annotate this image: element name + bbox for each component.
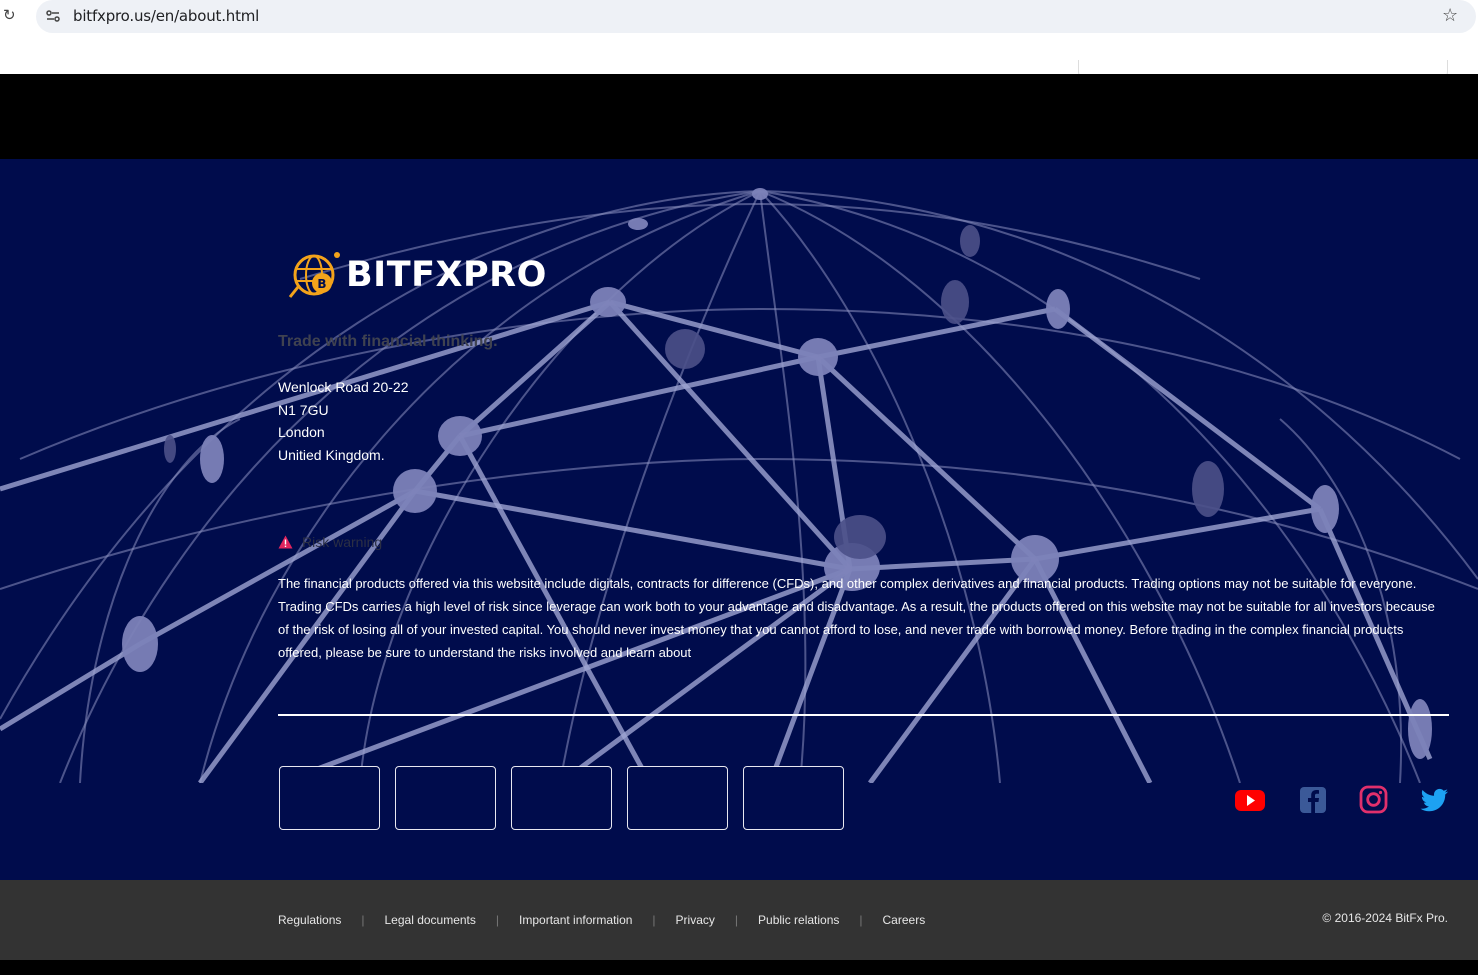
link-separator: | — [652, 913, 656, 927]
page-bottom-edge — [0, 960, 1478, 975]
link-privacy[interactable]: Privacy — [676, 913, 715, 927]
reload-icon[interactable]: ↻ — [3, 7, 19, 23]
link-careers[interactable]: Careers — [883, 913, 926, 927]
legal-links: Regulations | Legal documents | Importan… — [278, 911, 925, 929]
link-regulations[interactable]: Regulations — [278, 913, 341, 927]
risk-warning-title: Risk warning — [302, 534, 383, 550]
site-info-icon[interactable] — [44, 7, 62, 25]
address-line: Unitied Kingdom. — [278, 446, 385, 463]
company-address: Wenlock Road 20-22 N1 7GU London Unitied… — [278, 376, 408, 466]
link-public-relations[interactable]: Public relations — [758, 913, 839, 927]
address-line: London — [278, 424, 325, 440]
regulator-badge[interactable] — [743, 766, 844, 830]
link-separator: | — [859, 913, 863, 927]
link-legal-documents[interactable]: Legal documents — [385, 913, 476, 927]
instagram-icon[interactable] — [1357, 785, 1389, 815]
address-line: Wenlock Road 20-22 — [278, 379, 409, 395]
brand-name: BITFXPRO — [346, 255, 547, 295]
browser-toolbar: ↻ bitfxpro.us/en/about.html ☆ — [0, 0, 1478, 40]
regulator-badge[interactable] — [279, 766, 380, 830]
footer-divider — [278, 714, 1449, 716]
copyright-text: © 2016-2024 BitFx Pro. — [1322, 911, 1448, 925]
regulator-badge[interactable] — [395, 766, 496, 830]
youtube-icon[interactable] — [1234, 785, 1266, 815]
link-separator: | — [734, 913, 739, 927]
bitcoin-globe-logo-icon: B — [288, 252, 340, 298]
link-separator: | — [361, 913, 365, 927]
link-separator: | — [495, 913, 500, 927]
bookmark-star-icon[interactable]: ☆ — [1442, 5, 1458, 26]
url-text[interactable]: bitfxpro.us/en/about.html — [73, 7, 259, 25]
facebook-icon[interactable] — [1297, 785, 1329, 815]
regulator-badge[interactable] — [627, 766, 728, 830]
network-globe-graphic — [0, 188, 1478, 783]
tagline: Trade with financial thinking. — [278, 333, 498, 350]
link-important-information[interactable]: Important information — [519, 913, 632, 927]
black-band — [0, 74, 1478, 159]
footer-bottom-bar: Regulations | Legal documents | Importan… — [0, 880, 1478, 960]
address-line: N1 7GU — [278, 401, 329, 418]
brand-logo[interactable]: B BITFXPRO — [288, 249, 546, 301]
twitter-icon[interactable] — [1418, 785, 1450, 815]
svg-text:B: B — [317, 277, 326, 291]
risk-warning-text: The financial products offered via this … — [278, 576, 1435, 660]
regulator-badge[interactable] — [511, 766, 612, 830]
site-footer: B BITFXPRO Trade with financial thinking… — [0, 159, 1478, 880]
warning-triangle-icon — [278, 535, 293, 549]
